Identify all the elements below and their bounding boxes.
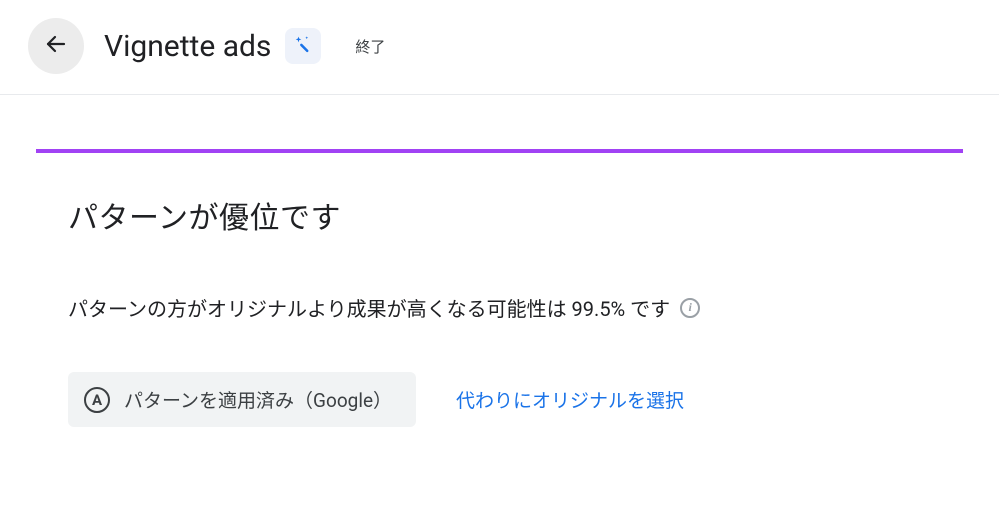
arrow-left-icon (44, 32, 68, 60)
card-subtext: パターンの方がオリジナルより成果が高くなる可能性は 99.5% です (68, 293, 670, 322)
variant-a-icon: A (84, 387, 110, 413)
status-badge: 終了 (343, 30, 397, 63)
page-header: Vignette ads 終了 (0, 0, 999, 95)
magic-wand-button[interactable] (285, 28, 321, 64)
back-button[interactable] (28, 18, 84, 74)
magic-wand-icon (293, 34, 313, 58)
select-original-link[interactable]: 代わりにオリジナルを選択 (456, 386, 684, 413)
card-heading: パターンが優位です (68, 193, 931, 237)
info-icon[interactable]: i (680, 298, 700, 318)
applied-status-pill: A パターンを適用済み（Google） (68, 372, 416, 427)
page-title: Vignette ads (104, 29, 271, 64)
action-row: A パターンを適用済み（Google） 代わりにオリジナルを選択 (68, 372, 931, 427)
result-card: パターンが優位です パターンの方がオリジナルより成果が高くなる可能性は 99.5… (36, 149, 963, 467)
content-area: パターンが優位です パターンの方がオリジナルより成果が高くなる可能性は 99.5… (0, 95, 999, 467)
applied-label: パターンを適用済み（Google） (124, 386, 392, 413)
card-subtext-row: パターンの方がオリジナルより成果が高くなる可能性は 99.5% です i (68, 293, 931, 322)
